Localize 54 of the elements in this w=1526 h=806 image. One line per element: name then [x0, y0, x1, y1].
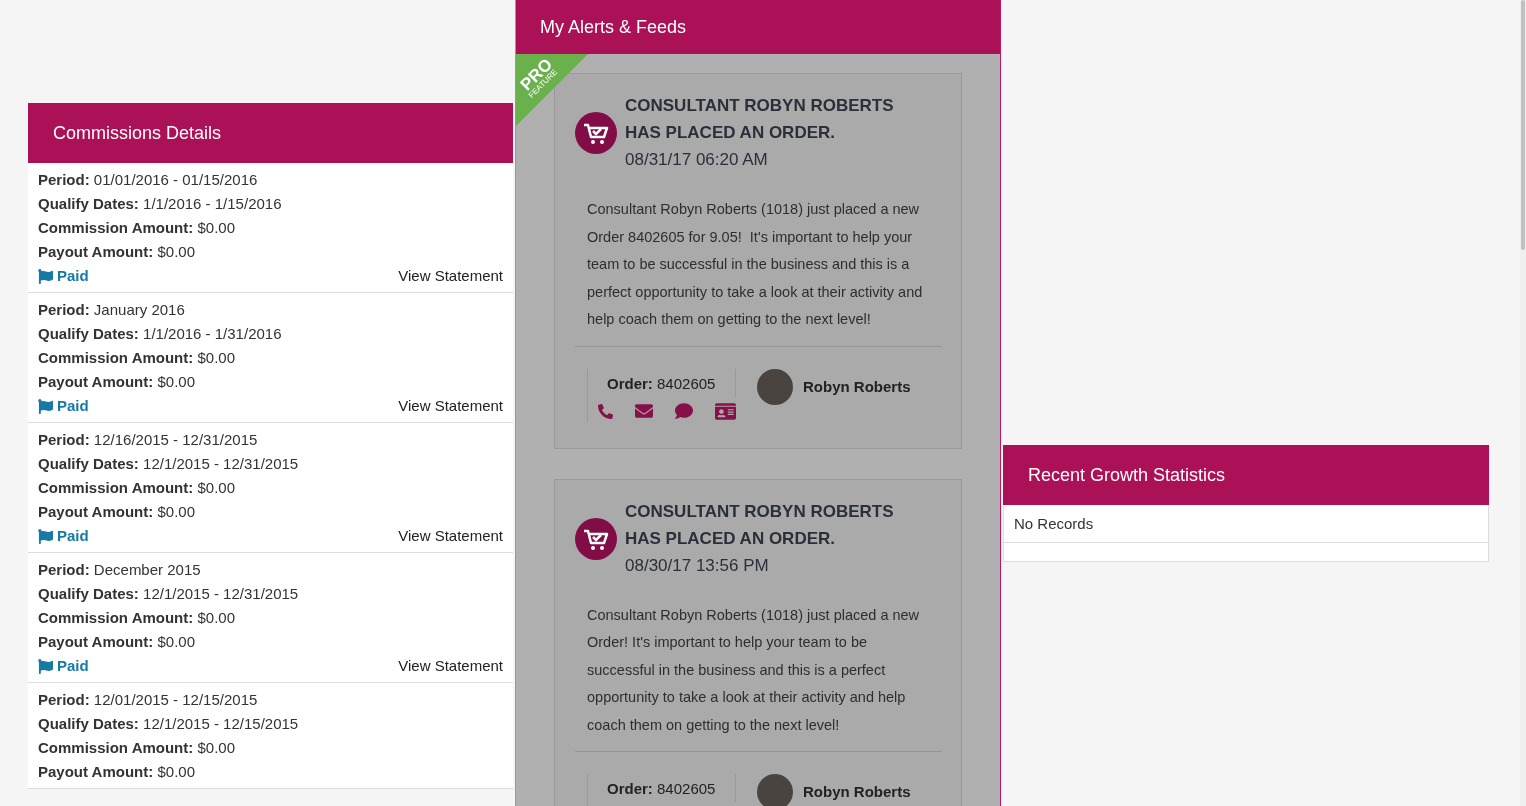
cart-check-icon	[575, 112, 617, 154]
order-number: Order: 8402605	[588, 774, 736, 802]
consultant-name: Robyn Roberts	[803, 377, 911, 395]
cart-check-icon	[575, 517, 617, 560]
alert-title: CONSULTANT ROBYN ROBERTS HAS PLACED AN ORDER.	[625, 500, 895, 550]
record-field: Payout Amount: $0.00	[38, 760, 503, 784]
alert-title: CONSULTANT ROBYN ROBERTS HAS PLACED AN ORDER.	[625, 95, 895, 144]
panel-title: Commissions Details	[28, 103, 513, 163]
envelope-icon[interactable]	[635, 402, 653, 420]
flag-icon	[38, 398, 53, 414]
view-statement-link[interactable]: View Statement	[398, 264, 503, 288]
flag-icon	[38, 528, 53, 544]
record-field: Commission Amount: $0.00	[38, 606, 503, 630]
record-field: Payout Amount: $0.00	[38, 240, 503, 264]
consultant-name: Robyn Roberts	[803, 783, 911, 800]
record-field: Qualify Dates: 12/1/2015 - 12/31/2015	[38, 452, 503, 476]
avatar	[757, 774, 793, 806]
record-field: Period: December 2015	[38, 558, 503, 582]
paid-status[interactable]: Paid	[38, 654, 89, 678]
paid-status[interactable]: Paid	[38, 264, 89, 288]
record-field: Commission Amount: $0.00	[38, 736, 503, 760]
view-statement-link[interactable]: View Statement	[398, 654, 503, 678]
chat-bubble-icon[interactable]	[675, 402, 693, 420]
alert-time: 08/31/17 06:20 AM	[625, 149, 769, 171]
alert-time: 08/30/17 13:56 PM	[625, 554, 770, 577]
paid-status[interactable]: Paid	[38, 524, 89, 548]
alert-message: Consultant Robyn Roberts (1018) just placed a new Order! It's important to help your team to be successful in the business and this is a perfect opportunity to take a look at their activity and help coach them on getting to the next level!	[586, 605, 921, 735]
id-card-icon[interactable]	[715, 400, 736, 422]
record-field: Qualify Dates: 12/1/2015 - 12/15/2015	[38, 712, 503, 736]
flag-icon	[38, 658, 53, 674]
avatar	[757, 368, 793, 405]
record-field: Period: 12/01/2015 - 12/15/2015	[38, 688, 503, 712]
record-field: Period: 12/16/2015 - 12/31/2015	[38, 428, 503, 452]
record-field: Period: 01/01/2016 - 01/15/2016	[38, 168, 503, 192]
record-field: Commission Amount: $0.00	[38, 216, 503, 240]
record-field: Qualify Dates: 1/1/2016 - 1/15/2016	[38, 192, 503, 216]
empty-message: No Records	[1003, 505, 1489, 543]
record-field: Qualify Dates: 12/1/2015 - 12/31/2015	[38, 582, 503, 606]
panel-title: My Alerts & Feeds	[516, 0, 1000, 54]
record-field: Commission Amount: $0.00	[38, 476, 503, 500]
order-number: Order: 8402605	[588, 368, 736, 397]
paid-status[interactable]: Paid	[38, 394, 89, 418]
view-statement-link[interactable]: View Statement	[398, 394, 503, 418]
panel-title: Recent Growth Statistics	[1003, 445, 1489, 505]
alert-message: Consultant Robyn Roberts (1018) just placed a new Order 8402605 for 9.05! It's important to help your team to be successful in the business and this is a perfect opportunity to take a look at their activity and help coach them on getting to the next level!	[586, 200, 924, 329]
flag-icon	[38, 268, 53, 284]
record-field: Commission Amount: $0.00	[38, 346, 503, 370]
view-statement-link[interactable]: View Statement	[398, 524, 503, 548]
record-field: Payout Amount: $0.00	[38, 500, 503, 524]
record-field: Payout Amount: $0.00	[38, 630, 503, 654]
record-field: Qualify Dates: 1/1/2016 - 1/31/2016	[38, 322, 503, 346]
record-field: Payout Amount: $0.00	[38, 370, 503, 394]
phone-icon[interactable]	[598, 403, 613, 419]
record-field: Period: January 2016	[38, 298, 503, 322]
